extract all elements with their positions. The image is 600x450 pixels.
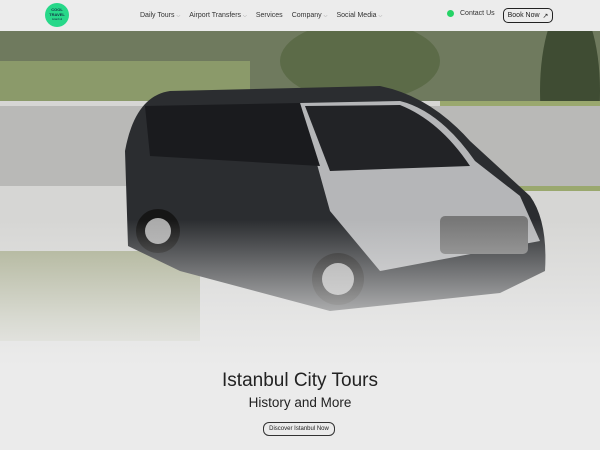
logo-text: istanbul	[51, 17, 63, 22]
chevron-down-icon: ⌵	[243, 13, 247, 19]
contact-us-link[interactable]: Contact Us	[447, 10, 495, 17]
chevron-down-icon: ⌵	[378, 13, 383, 19]
arrow-up-right-icon: ↗	[542, 12, 549, 20]
nav-company[interactable]: Company ⌵	[292, 12, 328, 19]
contact-label: Contact Us	[460, 10, 495, 17]
discover-istanbul-button[interactable]: Discover Istanbul Now	[263, 422, 335, 436]
hero-title: Istanbul City Tours	[222, 370, 378, 391]
nav-label: Daily Tours	[140, 12, 175, 19]
nav-services[interactable]: Services	[256, 12, 283, 19]
logo[interactable]: COOL TRAVEL istanbul	[45, 3, 69, 27]
nav-daily-tours[interactable]: Daily Tours ⌵	[140, 12, 180, 19]
chevron-down-icon: ⌵	[323, 13, 328, 19]
nav-label: Company	[291, 12, 322, 19]
chevron-down-icon: ⌵	[176, 13, 181, 19]
nav-label: Social Media	[336, 12, 377, 19]
book-now-button[interactable]: Book Now ↗	[503, 8, 553, 23]
main-nav: Daily Tours ⌵ Airport Transfers ⌵ Services…	[140, 0, 382, 31]
nav-label: Airport Transfers	[189, 12, 242, 19]
whatsapp-icon	[447, 10, 454, 17]
nav-label: Services	[255, 12, 283, 19]
book-label: Book Now	[507, 12, 540, 19]
nav-airport-transfers[interactable]: Airport Transfers ⌵	[189, 12, 247, 19]
nav-social-media[interactable]: Social Media ⌵	[336, 12, 382, 19]
hero-subtitle: History and More	[248, 395, 352, 410]
header: COOL TRAVEL istanbul Daily Tours ⌵ Airpor…	[0, 0, 600, 31]
